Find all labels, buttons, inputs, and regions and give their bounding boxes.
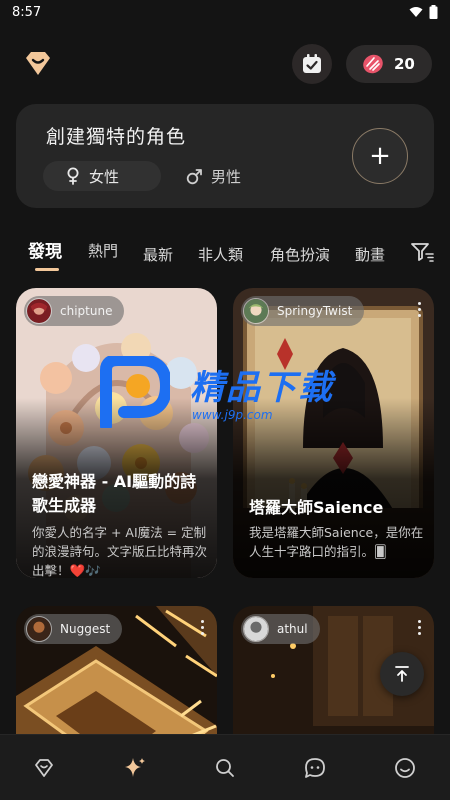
female-option[interactable]: 女性 <box>43 161 161 191</box>
status-time: 8:57 <box>12 4 42 20</box>
create-character-title: 創建獨特的角色 <box>46 126 187 148</box>
smile-icon <box>395 758 415 778</box>
status-bar: 8:57 <box>0 0 450 24</box>
battery-icon <box>429 5 438 19</box>
character-card[interactable]: chiptune 戀愛神器 - AI驅動的詩歌生成器 你愛人的名字 + AI魔法… <box>16 288 217 578</box>
author-chip[interactable]: chiptune <box>24 296 125 326</box>
author-chip[interactable]: athul <box>241 614 320 644</box>
scroll-to-top-button[interactable] <box>380 652 424 696</box>
active-tab-indicator <box>35 268 59 271</box>
card-description: 我是塔羅大師Saience，是你在人生十字路口的指引。🂠 <box>249 525 424 559</box>
author-chip[interactable]: Nuggest <box>24 614 123 644</box>
card-description: 你愛人的名字 + AI魔法 = 定制的浪漫詩句。文字版丘比特再次出擊！❤️🎶 <box>32 525 208 578</box>
more-options-icon[interactable] <box>412 620 426 638</box>
plus-icon: + <box>369 141 391 171</box>
nav-profile[interactable] <box>392 755 418 781</box>
create-character-button[interactable]: + <box>352 128 408 184</box>
bottom-navigation <box>0 734 450 800</box>
gem-balance-button[interactable]: 20 <box>346 45 432 83</box>
tab-latest[interactable]: 最新 <box>143 244 173 265</box>
tab-non-human[interactable]: 非人類 <box>198 244 243 265</box>
nav-favorites[interactable] <box>31 755 57 781</box>
top-bar: 20 <box>0 44 450 84</box>
card-title: 塔羅大師Saience <box>249 498 384 517</box>
author-name: chiptune <box>60 304 113 318</box>
search-icon <box>216 759 234 777</box>
nav-discover[interactable] <box>122 755 148 781</box>
tab-roleplay[interactable]: 角色扮演 <box>270 244 330 265</box>
male-option[interactable]: 男性 <box>166 161 266 191</box>
more-options-icon[interactable] <box>412 302 426 320</box>
create-character-card: 創建獨特的角色 女性 男性 + <box>16 104 434 208</box>
author-avatar <box>26 616 52 642</box>
chat-icon <box>305 758 325 778</box>
calendar-check-icon <box>303 54 321 73</box>
tab-popular[interactable]: 熱門 <box>88 240 118 261</box>
male-icon <box>186 168 202 184</box>
author-name: athul <box>277 622 308 636</box>
category-tabs: 發現 熱門 最新 非人類 角色扮演 動畫 <box>0 234 450 274</box>
author-avatar <box>243 298 269 324</box>
nav-chats[interactable] <box>302 755 328 781</box>
status-icons <box>409 5 438 19</box>
arrow-up-to-top-icon <box>395 666 409 682</box>
author-name: Nuggest <box>60 622 111 636</box>
wifi-icon <box>409 7 423 17</box>
filter-icon[interactable] <box>410 240 434 264</box>
nav-search[interactable] <box>212 755 238 781</box>
more-options-icon[interactable] <box>195 620 209 638</box>
author-avatar <box>26 298 52 324</box>
author-chip[interactable]: SpringyTwist <box>241 296 365 326</box>
character-card[interactable]: SpringyTwist 塔羅大師Saience 我是塔羅大師Saience，是… <box>233 288 434 578</box>
app-logo-icon[interactable] <box>22 50 54 78</box>
female-label: 女性 <box>89 167 120 186</box>
heart-diamond-icon <box>35 759 53 777</box>
daily-checkin-button[interactable] <box>292 44 332 84</box>
male-label: 男性 <box>211 167 242 186</box>
card-title: 戀愛神器 - AI驅動的詩歌生成器 <box>32 472 197 515</box>
author-name: SpringyTwist <box>277 304 353 318</box>
gem-icon <box>363 54 383 74</box>
sparkle-icon <box>125 758 145 777</box>
author-avatar <box>243 616 269 642</box>
tab-discover[interactable]: 發現 <box>28 237 62 262</box>
gem-count: 20 <box>394 55 415 73</box>
female-icon <box>67 167 79 185</box>
